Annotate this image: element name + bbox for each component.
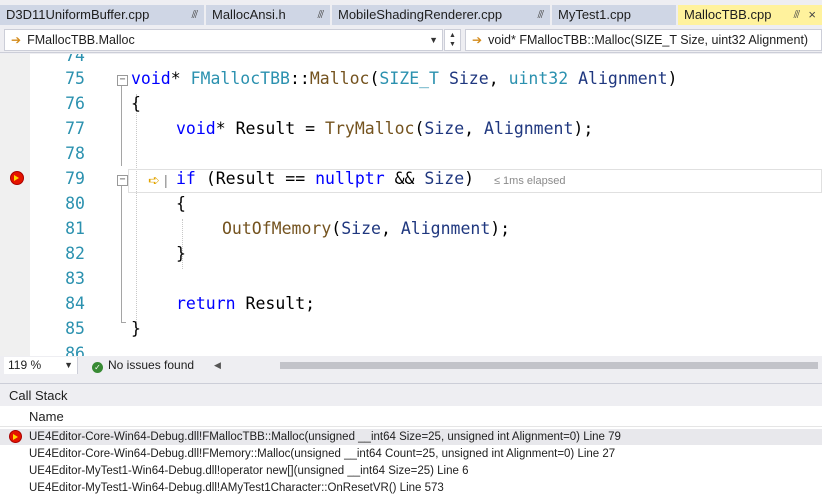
scope-value: FMallocTBB.Malloc <box>27 33 135 47</box>
zoom-dropdown[interactable]: 119 % ▼ <box>4 357 78 374</box>
chevron-down-icon: ▼ <box>64 360 73 370</box>
line-number: 77 <box>65 119 85 138</box>
code-line-84: return Result; <box>176 294 316 313</box>
tab-mallocansi[interactable]: MallocAnsi.h ⫻ <box>206 5 330 25</box>
callstack-row[interactable]: UE4Editor-Core-Win64-Debug.dll!FMallocTB… <box>0 429 822 445</box>
tab-label: MallocAnsi.h <box>212 7 286 22</box>
line-number: 84 <box>65 294 85 313</box>
line-number: 80 <box>65 194 85 213</box>
close-icon[interactable]: × <box>808 5 816 25</box>
line-number: 86 <box>65 344 85 356</box>
current-frame-icon <box>9 430 22 443</box>
tab-label: MallocTBB.cpp <box>684 7 772 22</box>
member-value: void* FMallocTBB::Malloc(SIZE_T Size, ui… <box>488 33 809 47</box>
editor-status-strip: 119 % ▼ ✓ No issues found ◀ <box>0 357 822 374</box>
issues-text: No issues found <box>108 358 195 372</box>
horizontal-scrollbar[interactable]: ◀ <box>212 360 820 371</box>
code-line-81: OutOfMemory(Size, Alignment); <box>222 219 511 238</box>
line-number: 75 <box>65 69 85 88</box>
frame-text: UE4Editor-MyTest1-Win64-Debug.dll!AMyTes… <box>29 482 444 494</box>
column-header-label: Name <box>29 409 64 424</box>
frame-text: UE4Editor-Core-Win64-Debug.dll!FMallocTB… <box>29 431 621 443</box>
collapse-toggle[interactable]: − <box>117 75 128 86</box>
instruction-pointer-icon[interactable]: ➪ <box>148 172 160 189</box>
document-tab-bar: D3D11UniformBuffer.cpp ⫻ MallocAnsi.h ⫻ … <box>0 0 822 25</box>
arrow-right-icon: ➔ <box>11 33 22 47</box>
tab-mytest1[interactable]: MyTest1.cpp <box>552 5 676 25</box>
code-line-85: } <box>131 319 141 338</box>
line-number: 76 <box>65 94 85 113</box>
scroll-left-icon[interactable]: ◀ <box>214 360 221 371</box>
drag-handle[interactable]: | <box>164 172 168 188</box>
collapse-toggle[interactable]: − <box>117 175 128 186</box>
breakpoint-icon[interactable] <box>10 171 24 185</box>
zoom-value: 119 % <box>8 358 42 372</box>
navigation-bar: ➔ FMallocTBB.Malloc ▼ ▲ ▼ ➔ void* FMallocTB… <box>0 27 822 53</box>
line-number: 81 <box>65 219 85 238</box>
code-line-80: { <box>176 194 186 213</box>
fold-end <box>121 322 126 323</box>
frame-text: UE4Editor-Core-Win64-Debug.dll!FMemory::… <box>29 448 616 460</box>
fold-line <box>121 186 122 322</box>
column-header-name[interactable]: Name <box>0 406 822 427</box>
member-dropdown[interactable]: ➔ void* FMallocTBB::Malloc(SIZE_T Size, u… <box>465 29 822 51</box>
code-line-79: if (Result == nullptr && Size) ≤ 1ms ela… <box>176 169 566 188</box>
callstack-title-bar: Call Stack <box>0 383 822 406</box>
breakpoint-margin[interactable] <box>0 54 30 356</box>
callstack-row[interactable]: UE4Editor-MyTest1-Win64-Debug.dll!AMyTes… <box>0 480 822 496</box>
arrow-right-icon: ➔ <box>472 33 483 47</box>
pin-icon[interactable]: ⫻ <box>537 5 544 25</box>
pin-icon[interactable]: ⫻ <box>793 5 800 25</box>
callstack-title: Call Stack <box>9 388 68 403</box>
code-line-82: } <box>176 244 186 263</box>
line-number: 83 <box>65 269 85 288</box>
callstack-list: Name UE4Editor-Core-Win64-Debug.dll!FMal… <box>0 406 822 497</box>
callstack-row[interactable]: UE4Editor-MyTest1-Win64-Debug.dll!operat… <box>0 463 822 479</box>
code-line-75: void* FMallocTBB::Malloc(SIZE_T Size, ui… <box>131 69 678 88</box>
check-circle-icon: ✓ <box>92 362 103 373</box>
scope-dropdown[interactable]: ➔ FMallocTBB.Malloc ▼ <box>4 29 443 51</box>
pin-icon[interactable]: ⫻ <box>191 5 198 25</box>
tab-mobileshadingrenderer[interactable]: MobileShadingRenderer.cpp ⫻ <box>332 5 550 25</box>
indent-guide <box>136 94 137 322</box>
line-number: 78 <box>65 144 85 163</box>
line-number: 79 <box>65 169 85 188</box>
chevron-down-icon: ▼ <box>429 35 438 45</box>
scrollbar-thumb[interactable] <box>280 362 818 369</box>
tab-label: MyTest1.cpp <box>558 7 631 22</box>
fold-line <box>121 86 122 166</box>
frame-text: UE4Editor-MyTest1-Win64-Debug.dll!operat… <box>29 465 469 477</box>
line-number: 85 <box>65 319 85 338</box>
code-line-77: void* Result = TryMalloc(Size, Alignment… <box>176 119 594 138</box>
perf-tip[interactable]: ≤ 1ms elapsed <box>494 175 565 187</box>
pin-icon[interactable]: ⫻ <box>317 5 324 25</box>
callstack-row[interactable]: UE4Editor-Core-Win64-Debug.dll!FMemory::… <box>0 446 822 462</box>
line-number: 82 <box>65 244 85 263</box>
code-editor[interactable]: 74 75 76 77 78 79 80 81 82 83 84 85 86 −… <box>0 54 822 356</box>
code-line-76: { <box>131 94 141 113</box>
tab-label: D3D11UniformBuffer.cpp <box>6 7 150 22</box>
issues-indicator[interactable]: ✓ No issues found <box>92 357 194 374</box>
tab-label: MobileShadingRenderer.cpp <box>338 7 503 22</box>
tab-d3d11uniformbuffer[interactable]: D3D11UniformBuffer.cpp ⫻ <box>0 5 204 25</box>
tab-malloctbb[interactable]: MallocTBB.cpp ⫻ × <box>678 5 822 25</box>
split-stepper[interactable]: ▲ ▼ <box>444 29 461 51</box>
line-number: 74 <box>65 54 85 65</box>
